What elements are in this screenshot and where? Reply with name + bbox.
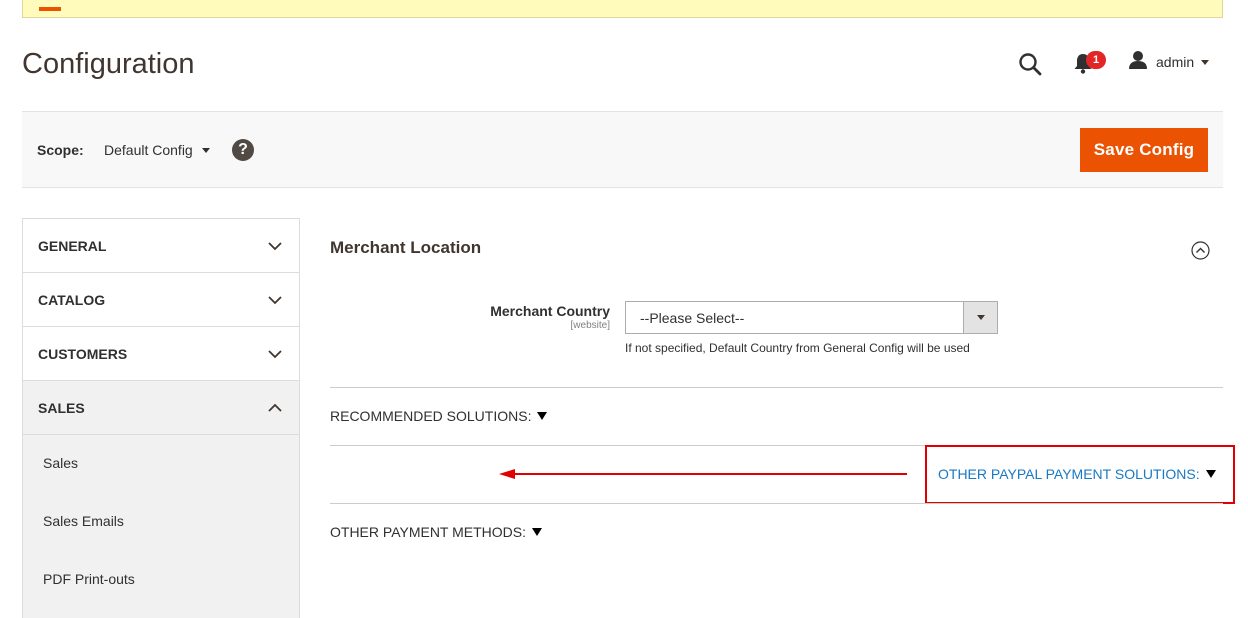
other-paypal-solutions-label[interactable]: OTHER PAYPAL PAYMENT SOLUTIONS: xyxy=(938,466,1200,482)
sidebar-section-general[interactable]: GENERAL xyxy=(23,219,299,273)
system-message-bar xyxy=(22,0,1223,18)
other-payment-methods-toggle[interactable]: OTHER PAYMENT METHODS: xyxy=(330,524,543,540)
user-menu[interactable]: admin xyxy=(1128,50,1210,75)
divider xyxy=(330,387,1223,388)
chevron-down-icon[interactable] xyxy=(977,315,985,320)
field-scope-label: [website] xyxy=(570,320,610,331)
scope-label: Scope: xyxy=(37,142,84,158)
sidebar-section-label[interactable]: CUSTOMERS xyxy=(38,346,127,362)
section-title[interactable]: Merchant Location xyxy=(330,238,481,258)
sidebar-section-label[interactable]: SALES xyxy=(38,400,85,416)
chevron-down-icon[interactable] xyxy=(267,239,283,253)
other-payment-methods-label[interactable]: OTHER PAYMENT METHODS: xyxy=(330,524,526,540)
chevron-up-icon[interactable] xyxy=(267,401,283,415)
sidebar-section-catalog[interactable]: CATALOG xyxy=(23,273,299,327)
sidebar-section-customers[interactable]: CUSTOMERS xyxy=(23,327,299,381)
recommended-solutions-label[interactable]: RECOMMENDED SOLUTIONS: xyxy=(330,408,531,424)
scope-switcher[interactable]: Default Config xyxy=(104,142,210,158)
sidebar-section-label[interactable]: CATALOG xyxy=(38,292,105,308)
annotation-arrow-icon xyxy=(499,469,907,479)
help-icon[interactable]: ? xyxy=(232,139,254,161)
chevron-down-icon[interactable] xyxy=(201,147,210,153)
sidebar-section-sales[interactable]: SALES xyxy=(23,381,299,435)
chevron-down-icon[interactable] xyxy=(1201,59,1210,65)
triangle-down-icon[interactable] xyxy=(537,412,548,420)
sidebar-item-sales[interactable]: Sales xyxy=(23,435,299,493)
user-icon xyxy=(1128,50,1148,75)
sidebar-section-label[interactable]: GENERAL xyxy=(38,238,106,254)
scope-toolbar: Scope: Default Config ? Save Config xyxy=(22,111,1223,188)
field-note: If not specified, Default Country from G… xyxy=(625,341,970,355)
divider xyxy=(330,503,1223,504)
sidebar-item-label[interactable]: Sales Emails xyxy=(43,513,124,529)
config-sidebar: GENERAL CATALOG CUSTOMERS SALES Sales Sa… xyxy=(22,218,300,618)
page-title: Configuration xyxy=(22,48,195,80)
warning-icon xyxy=(39,7,61,11)
sidebar-item-pdf-print-outs[interactable]: PDF Print-outs xyxy=(23,551,299,609)
chevron-down-icon[interactable] xyxy=(267,347,283,361)
other-paypal-solutions-toggle[interactable]: OTHER PAYPAL PAYMENT SOLUTIONS: xyxy=(938,466,1216,482)
chevron-down-icon[interactable] xyxy=(267,293,283,307)
triangle-down-icon[interactable] xyxy=(1205,470,1216,478)
field-label-text: Merchant Country xyxy=(490,303,610,319)
sidebar-item-label[interactable]: PDF Print-outs xyxy=(43,571,135,587)
scope-value[interactable]: Default Config xyxy=(104,142,193,158)
sidebar-item-label[interactable]: Sales xyxy=(43,455,78,471)
merchant-country-select[interactable]: --Please Select-- xyxy=(625,301,998,334)
save-config-button[interactable]: Save Config xyxy=(1080,128,1208,172)
sidebar-item-sales-emails[interactable]: Sales Emails xyxy=(23,493,299,551)
select-toggle[interactable] xyxy=(963,302,997,333)
merchant-country-label: Merchant Country [website] xyxy=(490,303,610,331)
select-value[interactable]: --Please Select-- xyxy=(640,310,744,326)
search-icon[interactable] xyxy=(1018,52,1044,78)
collapse-circle-icon[interactable] xyxy=(1191,241,1210,260)
triangle-down-icon[interactable] xyxy=(532,528,543,536)
recommended-solutions-toggle[interactable]: RECOMMENDED SOLUTIONS: xyxy=(330,408,548,424)
notifications-count-badge[interactable]: 1 xyxy=(1086,51,1106,69)
user-name[interactable]: admin xyxy=(1156,54,1194,70)
